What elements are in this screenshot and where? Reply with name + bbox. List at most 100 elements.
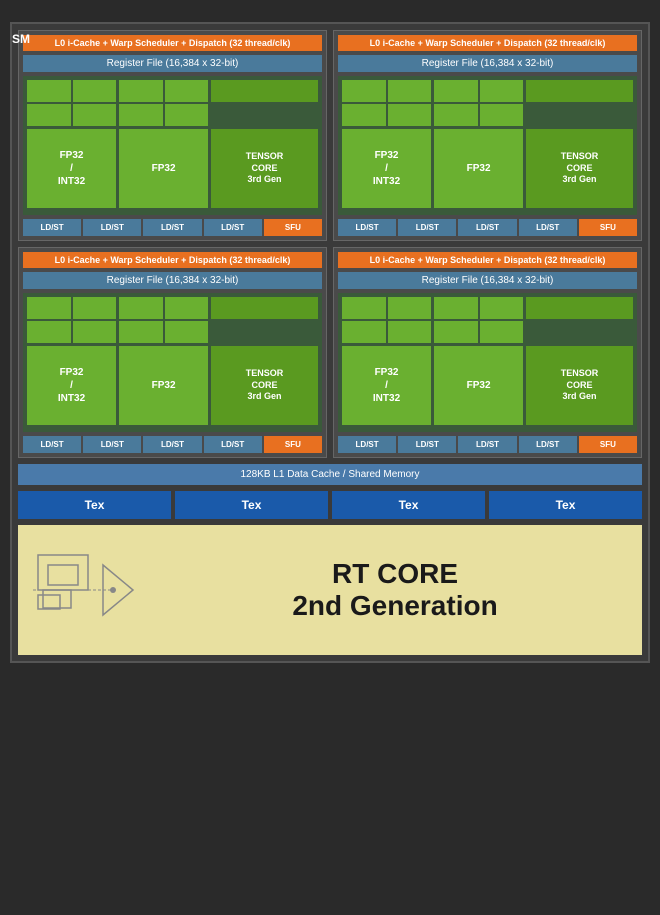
l0-cache-bar-q3: L0 i-Cache + Warp Scheduler + Dispatch (… bbox=[23, 252, 322, 268]
ldst-4-q3: LD/ST bbox=[204, 436, 262, 453]
fp32-small-group-q2 bbox=[342, 80, 431, 126]
core-grid-q3: FP32/INT32 FP32 TENSORCORE3rd Gen bbox=[27, 346, 318, 425]
ldst-2-q1: LD/ST bbox=[83, 219, 141, 236]
fp32-block-q4: FP32 bbox=[434, 346, 523, 425]
fp32-small-2-q2 bbox=[388, 80, 432, 102]
register-file-bar-q1: Register File (16,384 x 32-bit) bbox=[23, 55, 322, 72]
core-area-q2: FP32/INT32 FP32 TENSORCORE3rd Gen bbox=[338, 76, 637, 215]
fp32-small-6-q4 bbox=[480, 297, 524, 319]
fp32-int32-block-q2: FP32/INT32 bbox=[342, 129, 431, 208]
ldst-2-q4: LD/ST bbox=[398, 436, 456, 453]
fp32-small-group2-q2 bbox=[434, 80, 523, 126]
fp32-small-3-q4 bbox=[342, 321, 386, 343]
rt-core-area: RT CORE 2nd Generation bbox=[18, 525, 642, 655]
fp32-small-8 bbox=[165, 104, 209, 126]
quadrant-bottom-left: L0 i-Cache + Warp Scheduler + Dispatch (… bbox=[18, 247, 327, 458]
fp32-small-1-q4 bbox=[342, 297, 386, 319]
fp32-small-group2-q4 bbox=[434, 297, 523, 343]
fp32-small-5-q3 bbox=[119, 297, 163, 319]
core-area-q3: FP32/INT32 FP32 TENSORCORE3rd Gen bbox=[23, 293, 322, 432]
core-grid-q1: FP32/INT32 FP32 TENSORCORE3rd Gen bbox=[27, 129, 318, 208]
fp32-small-7 bbox=[119, 104, 163, 126]
fp32-small-group-q1 bbox=[27, 80, 116, 126]
tex-block-2: Tex bbox=[175, 491, 328, 519]
fp32-small-8-q2 bbox=[480, 104, 524, 126]
sm-label: SM bbox=[12, 32, 30, 46]
fp32-small-5-q4 bbox=[434, 297, 478, 319]
tensor-small-q2 bbox=[526, 80, 633, 102]
fp32-small-4-q2 bbox=[388, 104, 432, 126]
ldst-3-q4: LD/ST bbox=[458, 436, 516, 453]
bottom-units-q2: LD/ST LD/ST LD/ST LD/ST SFU bbox=[338, 219, 637, 236]
fp32-small-group2-q3 bbox=[119, 297, 208, 343]
fp32-small-3-q2 bbox=[342, 104, 386, 126]
core-grid-q2: FP32/INT32 FP32 TENSORCORE3rd Gen bbox=[342, 129, 633, 208]
ldst-1-q3: LD/ST bbox=[23, 436, 81, 453]
l1-cache-bar: 128KB L1 Data Cache / Shared Memory bbox=[18, 464, 642, 485]
fp32-small-group-q4 bbox=[342, 297, 431, 343]
fp32-int32-block-q1: FP32/INT32 bbox=[27, 129, 116, 208]
fp32-small-6-q3 bbox=[165, 297, 209, 319]
fp32-small-group-q3 bbox=[27, 297, 116, 343]
tensor-block-q4: TENSORCORE3rd Gen bbox=[526, 346, 633, 425]
ldst-4-q4: LD/ST bbox=[519, 436, 577, 453]
fp32-small-7-q4 bbox=[434, 321, 478, 343]
tex-block-4: Tex bbox=[489, 491, 642, 519]
fp32-small-7-q2 bbox=[434, 104, 478, 126]
ldst-1-q1: LD/ST bbox=[23, 219, 81, 236]
ldst-4-q2: LD/ST bbox=[519, 219, 577, 236]
fp32-small-1-q3 bbox=[27, 297, 71, 319]
fp32-small-2 bbox=[73, 80, 117, 102]
ldst-1-q2: LD/ST bbox=[338, 219, 396, 236]
fp32-block-q1: FP32 bbox=[119, 129, 208, 208]
quadrant-grid: L0 i-Cache + Warp Scheduler + Dispatch (… bbox=[18, 30, 642, 458]
fp32-small-4-q3 bbox=[73, 321, 117, 343]
l0-cache-bar-q1: L0 i-Cache + Warp Scheduler + Dispatch (… bbox=[23, 35, 322, 51]
ldst-2-q2: LD/ST bbox=[398, 219, 456, 236]
sfu-q4: SFU bbox=[579, 436, 637, 453]
fp32-small-2-q4 bbox=[388, 297, 432, 319]
tex-block-1: Tex bbox=[18, 491, 171, 519]
ldst-3-q1: LD/ST bbox=[143, 219, 201, 236]
fp32-small-6 bbox=[165, 80, 209, 102]
rt-core-title: RT CORE bbox=[158, 558, 632, 590]
ldst-4-q1: LD/ST bbox=[204, 219, 262, 236]
quadrant-bottom-right: L0 i-Cache + Warp Scheduler + Dispatch (… bbox=[333, 247, 642, 458]
fp32-small-5 bbox=[119, 80, 163, 102]
tex-block-3: Tex bbox=[332, 491, 485, 519]
ldst-2-q3: LD/ST bbox=[83, 436, 141, 453]
fp32-small-1 bbox=[27, 80, 71, 102]
l0-cache-bar-q2: L0 i-Cache + Warp Scheduler + Dispatch (… bbox=[338, 35, 637, 51]
tensor-block-q2: TENSORCORE3rd Gen bbox=[526, 129, 633, 208]
small-blocks-top-q4 bbox=[342, 297, 633, 343]
ldst-1-q4: LD/ST bbox=[338, 436, 396, 453]
quadrant-top-left: L0 i-Cache + Warp Scheduler + Dispatch (… bbox=[18, 30, 327, 241]
sm-container: L0 i-Cache + Warp Scheduler + Dispatch (… bbox=[10, 22, 650, 663]
rt-core-title-text: RT CORE 2nd Generation bbox=[158, 558, 632, 622]
small-blocks-top-q3 bbox=[27, 297, 318, 343]
bottom-units-q1: LD/ST LD/ST LD/ST LD/ST SFU bbox=[23, 219, 322, 236]
sfu-q2: SFU bbox=[579, 219, 637, 236]
tex-grid: Tex Tex Tex Tex bbox=[18, 491, 642, 519]
rt-core-diagram bbox=[28, 535, 138, 645]
register-file-bar-q4: Register File (16,384 x 32-bit) bbox=[338, 272, 637, 289]
fp32-small-6-q2 bbox=[480, 80, 524, 102]
fp32-block-q3: FP32 bbox=[119, 346, 208, 425]
small-blocks-top-q1 bbox=[27, 80, 318, 126]
small-blocks-top-q2 bbox=[342, 80, 633, 126]
fp32-small-7-q3 bbox=[119, 321, 163, 343]
fp32-small-1-q2 bbox=[342, 80, 386, 102]
fp32-int32-block-q4: FP32/INT32 bbox=[342, 346, 431, 425]
tensor-small-q4 bbox=[526, 297, 633, 319]
fp32-small-3-q3 bbox=[27, 321, 71, 343]
fp32-int32-block-q3: FP32/INT32 bbox=[27, 346, 116, 425]
bottom-units-q4: LD/ST LD/ST LD/ST LD/ST SFU bbox=[338, 436, 637, 453]
fp32-small-3 bbox=[27, 104, 71, 126]
fp32-small-8-q3 bbox=[165, 321, 209, 343]
quadrant-top-right: L0 i-Cache + Warp Scheduler + Dispatch (… bbox=[333, 30, 642, 241]
fp32-small-5-q2 bbox=[434, 80, 478, 102]
fp32-small-2-q3 bbox=[73, 297, 117, 319]
ldst-3-q3: LD/ST bbox=[143, 436, 201, 453]
ldst-3-q2: LD/ST bbox=[458, 219, 516, 236]
register-file-bar-q2: Register File (16,384 x 32-bit) bbox=[338, 55, 637, 72]
